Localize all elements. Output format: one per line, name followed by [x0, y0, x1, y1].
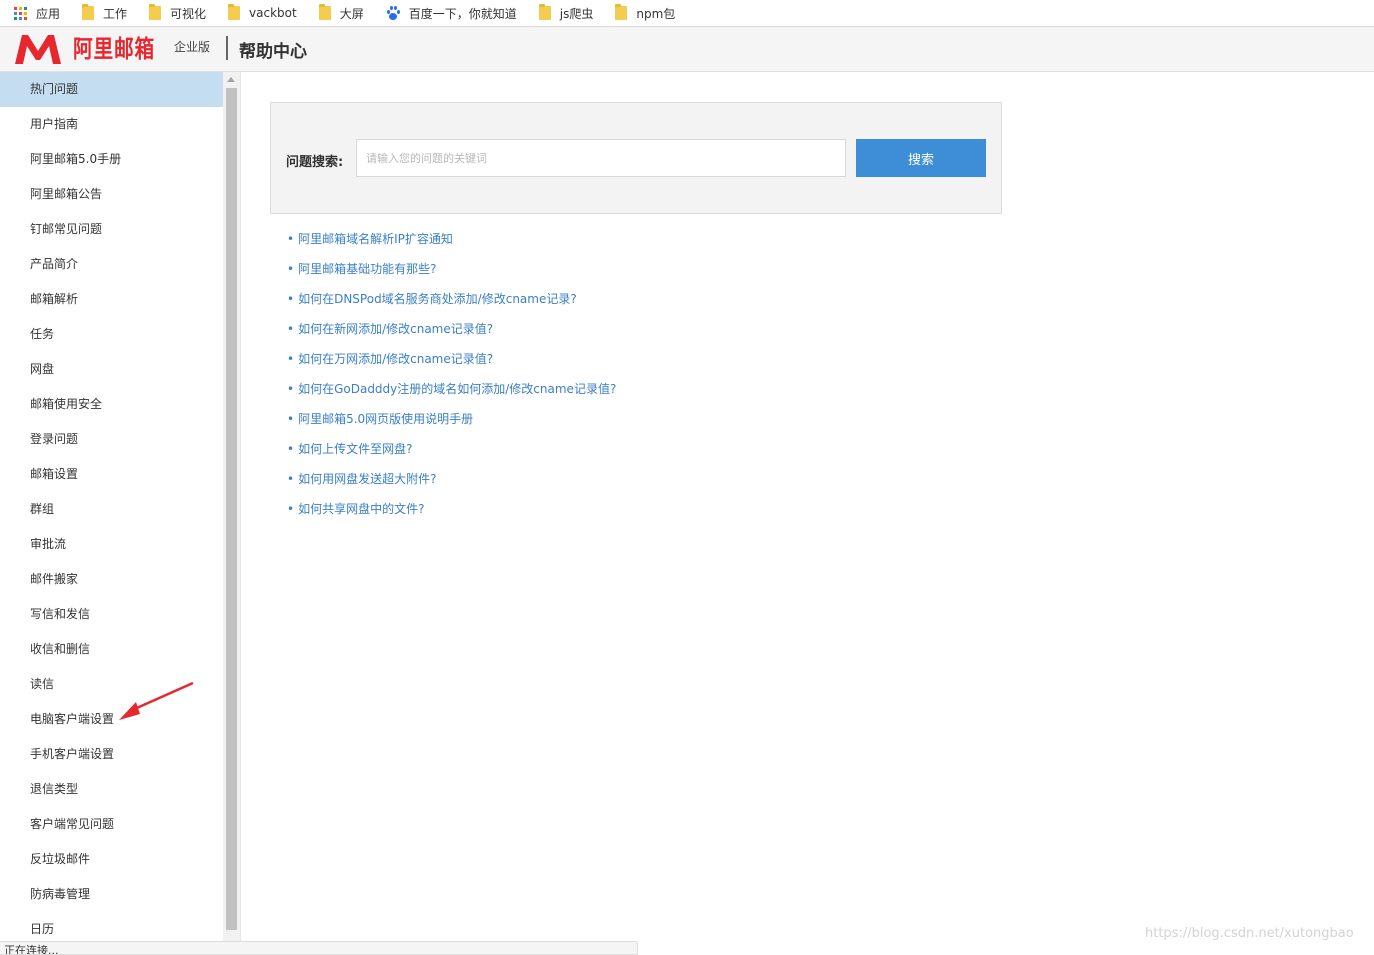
faq-item: • 如何用网盘发送超大附件?	[287, 465, 616, 495]
sidebar-scrollbar[interactable]	[223, 72, 240, 942]
sidebar-item[interactable]: 邮箱使用安全	[0, 387, 223, 422]
bookmark-folder-visualization[interactable]: 可视化	[135, 2, 214, 24]
bookmark-label: vackbot	[249, 6, 297, 20]
bullet-icon: •	[287, 412, 295, 426]
bookmark-label: 大屏	[339, 6, 364, 21]
bookmark-label: js爬虫	[559, 6, 594, 21]
faq-link[interactable]: 如何用网盘发送超大附件?	[298, 472, 436, 486]
faq-item: • 如何上传文件至网盘?	[287, 435, 616, 465]
faq-link[interactable]: 如何在万网添加/修改cname记录值?	[298, 352, 493, 366]
scrollbar-thumb[interactable]	[226, 88, 237, 930]
faq-item: • 如何共享网盘中的文件?	[287, 495, 616, 525]
folder-icon	[615, 4, 628, 20]
bullet-icon: •	[287, 502, 295, 516]
sidebar-item[interactable]: 网盘	[0, 352, 223, 387]
bookmark-apps[interactable]: 应用	[0, 2, 68, 24]
bookmark-label: 可视化	[170, 6, 207, 21]
faq-link[interactable]: 阿里邮箱基础功能有那些?	[298, 262, 436, 276]
sidebar-item[interactable]: 阿里邮箱公告	[0, 177, 223, 212]
hot-questions-list: • 阿里邮箱域名解析IP扩容通知 • 阿里邮箱基础功能有那些? • 如何在DNSPod域名…	[287, 225, 616, 525]
sidebar-item[interactable]: 任务	[0, 317, 223, 352]
site-header: 阿里邮箱 企业版 帮助中心	[0, 27, 1374, 72]
faq-link[interactable]: 如何共享网盘中的文件?	[298, 502, 424, 516]
search-label: 问题搜索:	[286, 155, 344, 170]
sidebar-item[interactable]: 防病毒管理	[0, 877, 223, 912]
sidebar-item[interactable]: 邮件搬家	[0, 562, 223, 597]
bookmark-label: npm包	[636, 6, 676, 21]
bullet-icon: •	[287, 232, 295, 246]
logo-text: 阿里邮箱	[73, 35, 155, 63]
search-panel: 问题搜索: 搜索	[270, 102, 1002, 214]
bookmark-label: 工作	[103, 6, 128, 21]
bookmark-label: 应用	[36, 6, 61, 21]
sidebar-divider	[240, 72, 241, 953]
sidebar-item[interactable]: 用户指南	[0, 107, 223, 142]
sidebar-item[interactable]: 邮箱设置	[0, 457, 223, 492]
faq-item: • 如何在GoDadddy注册的域名如何添加/修改cname记录值?	[287, 375, 616, 405]
search-button[interactable]: 搜索	[856, 139, 986, 177]
faq-link[interactable]: 如何在GoDadddy注册的域名如何添加/修改cname记录值?	[298, 382, 616, 396]
faq-item: • 如何在万网添加/修改cname记录值?	[287, 345, 616, 375]
folder-icon	[228, 4, 241, 20]
sidebar-item[interactable]: 退信类型	[0, 772, 223, 807]
faq-item: • 阿里邮箱基础功能有那些?	[287, 255, 616, 285]
bookmark-folder-js-crawler[interactable]: js爬虫	[525, 2, 602, 24]
faq-item: • 如何在DNSPod域名服务商处添加/修改cname记录?	[287, 285, 616, 315]
faq-link[interactable]: 阿里邮箱域名解析IP扩容通知	[298, 232, 453, 246]
faq-item: • 阿里邮箱域名解析IP扩容通知	[287, 225, 616, 255]
baidu-paw-icon	[386, 6, 400, 20]
sidebar-item[interactable]: 热门问题	[0, 72, 223, 107]
sidebar-item[interactable]: 客户端常见问题	[0, 807, 223, 842]
bullet-icon: •	[287, 262, 295, 276]
faq-link[interactable]: 如何上传文件至网盘?	[298, 442, 412, 456]
aliyun-mail-logo-icon[interactable]	[13, 32, 63, 66]
folder-icon	[538, 4, 551, 20]
scroll-up-arrow-icon[interactable]	[227, 77, 235, 82]
page-title: 帮助中心	[239, 42, 307, 62]
bullet-icon: •	[287, 322, 295, 336]
bookmarks-bar: 应用 工作 可视化 vackbot 大屏 百度一下，你就知道 js爬虫 npm包	[0, 0, 1374, 27]
sidebar-item[interactable]: 邮箱解析	[0, 282, 223, 317]
bookmark-baidu[interactable]: 百度一下，你就知道	[372, 2, 525, 24]
folder-icon	[82, 4, 95, 20]
bullet-icon: •	[287, 442, 295, 456]
bookmark-folder-vackbot[interactable]: vackbot	[214, 2, 305, 24]
bullet-icon: •	[287, 352, 295, 366]
sidebar-item[interactable]: 手机客户端设置	[0, 737, 223, 772]
folder-icon	[149, 4, 162, 20]
bookmark-folder-bigscreen[interactable]: 大屏	[305, 2, 372, 24]
sidebar-item[interactable]: 钉邮常见问题	[0, 212, 223, 247]
sidebar-item[interactable]: 阿里邮箱5.0手册	[0, 142, 223, 177]
red-arrow-icon	[119, 681, 194, 720]
sidebar-item[interactable]: 收信和删信	[0, 632, 223, 667]
sidebar-nav: 热门问题 用户指南 阿里邮箱5.0手册 阿里邮箱公告 钉邮常见问题 产品简介 邮箱解析 任务网…	[0, 72, 223, 953]
bullet-icon: •	[287, 472, 295, 486]
edition-label: 企业版	[174, 40, 211, 54]
folder-icon	[318, 4, 331, 20]
search-input[interactable]	[356, 139, 846, 177]
bookmark-folder-npm[interactable]: npm包	[601, 2, 683, 24]
faq-link[interactable]: 如何在新网添加/修改cname记录值?	[298, 322, 493, 336]
bookmark-label: 百度一下，你就知道	[408, 6, 517, 21]
faq-link[interactable]: 如何在DNSPod域名服务商处添加/修改cname记录?	[298, 292, 577, 306]
bullet-icon: •	[287, 382, 295, 396]
sidebar-item[interactable]: 产品简介	[0, 247, 223, 282]
sidebar-item[interactable]: 登录问题	[0, 422, 223, 457]
faq-item: • 阿里邮箱5.0网页版使用说明手册	[287, 405, 616, 435]
watermark: https://blog.csdn.net/xutongbao	[1145, 926, 1354, 941]
faq-item: • 如何在新网添加/修改cname记录值?	[287, 315, 616, 345]
sidebar-item[interactable]: 群组	[0, 492, 223, 527]
sidebar-item[interactable]: 审批流	[0, 527, 223, 562]
sidebar-item[interactable]: 写信和发信	[0, 597, 223, 632]
apps-icon	[14, 6, 27, 20]
bookmark-folder-work[interactable]: 工作	[68, 2, 135, 24]
faq-link[interactable]: 阿里邮箱5.0网页版使用说明手册	[298, 412, 473, 426]
header-divider	[226, 36, 228, 60]
sidebar-item[interactable]: 反垃圾邮件	[0, 842, 223, 877]
bullet-icon: •	[287, 292, 295, 306]
